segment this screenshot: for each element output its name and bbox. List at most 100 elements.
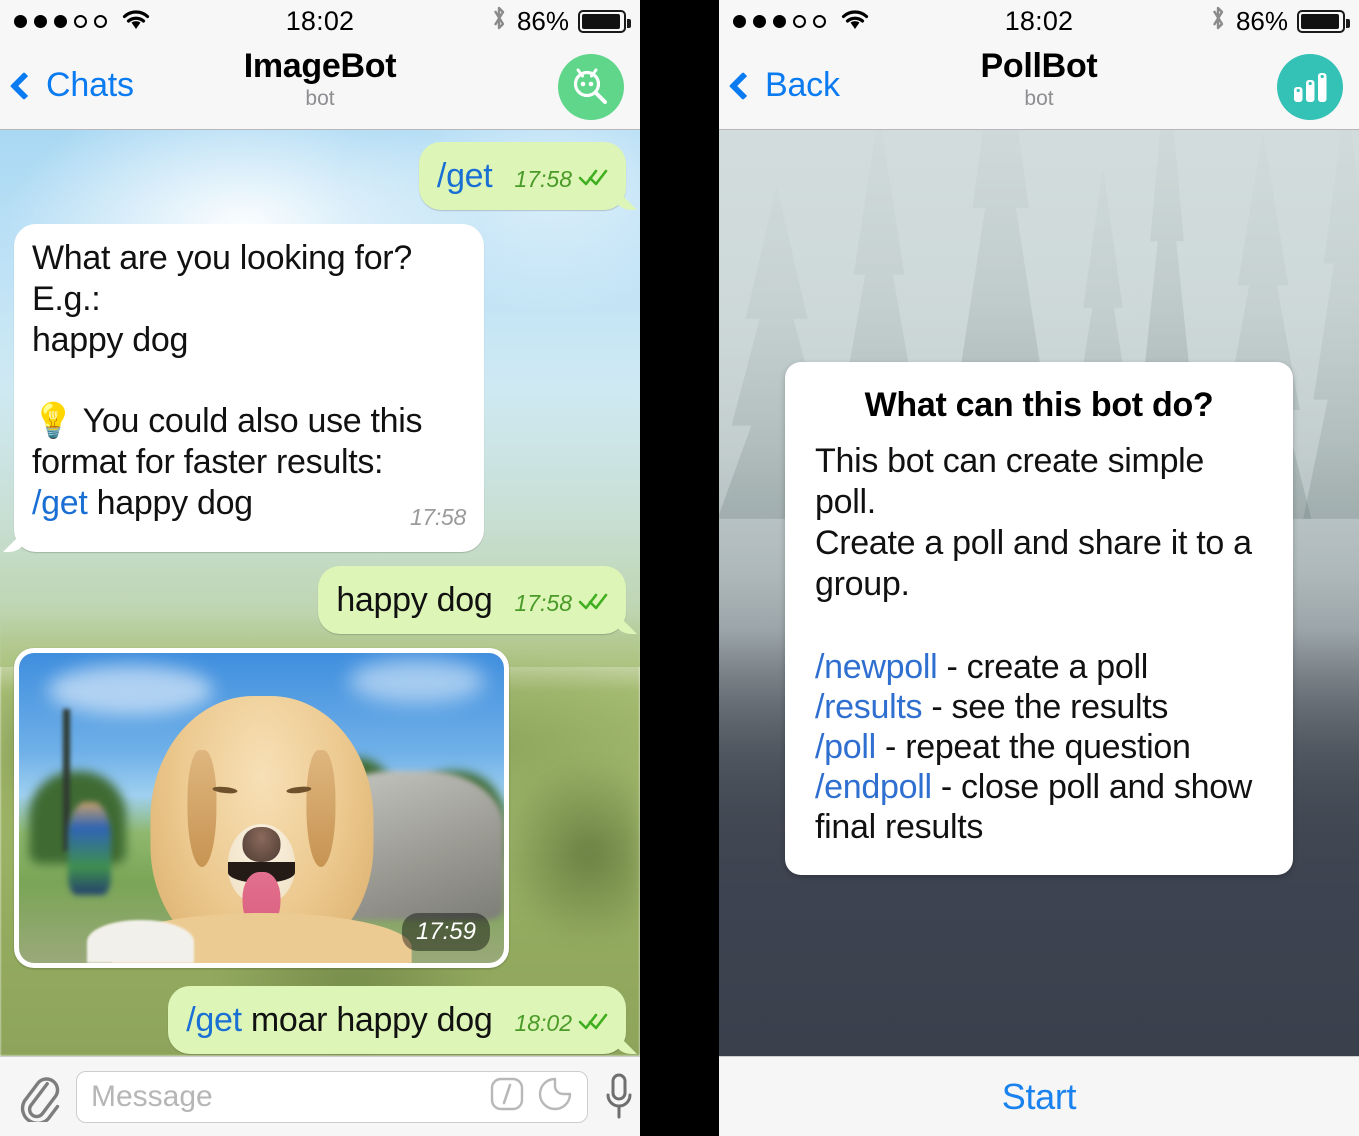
message-time: 17:58 <box>514 166 572 192</box>
status-bar-right-right: 86% <box>1209 4 1350 39</box>
bot-command-row: /newpoll - create a poll <box>815 647 1263 687</box>
message-text-block: What are you looking for? E.g.: happy do… <box>32 238 466 530</box>
desc-line-1: This bot can create simple poll. <box>815 442 1205 521</box>
wifi-icon <box>121 6 151 37</box>
bot-intro-screen: What can this bot do? This bot can creat… <box>719 130 1359 1056</box>
status-bar-right: 18:02 86% <box>719 0 1359 42</box>
signal-dot-empty <box>74 14 87 28</box>
command-results[interactable]: /results <box>815 688 922 726</box>
start-button-label: Start <box>1001 1075 1077 1117</box>
message-input-bar <box>0 1056 640 1136</box>
bluetooth-icon <box>490 4 508 39</box>
bot-card-description: This bot can create simple poll. Create … <box>815 441 1263 605</box>
bot-command-row: /endpoll - close poll and show <box>815 767 1263 807</box>
prompt-command-arg: happy dog <box>96 484 253 522</box>
photo-timestamp: 17:59 <box>401 913 490 951</box>
battery-icon <box>578 9 631 33</box>
command-endpoll[interactable]: /endpoll <box>815 768 932 806</box>
message-meta: 17:58 <box>514 590 608 617</box>
message-input-field[interactable] <box>76 1070 588 1123</box>
message-row-incoming: What are you looking for? E.g.: happy do… <box>14 224 626 552</box>
back-button-chats[interactable]: Chats <box>9 66 134 105</box>
message-text: happy dog <box>336 581 493 619</box>
paperclip-icon[interactable] <box>16 1070 62 1124</box>
bot-command-row: /results - see the results <box>815 687 1263 727</box>
chevron-left-icon <box>728 71 758 100</box>
message-command[interactable]: /get <box>437 156 493 196</box>
dual-phone-screenshot: 18:02 86% Chats ImageBot bot /get 17:58 … <box>0 0 1359 1136</box>
imagebot-avatar-icon[interactable] <box>558 54 624 120</box>
command-endpoll-desc: - close poll and show <box>931 768 1253 806</box>
prompt-line-5: /get happy dog 17:58 <box>32 483 466 530</box>
battery-percent: 86% <box>1235 5 1288 36</box>
message-time: 17:58 <box>514 590 572 616</box>
message-text: moar happy dog <box>250 1001 493 1039</box>
message-row-outgoing: happy dog 17:58 <box>14 566 626 634</box>
prompt-tip-line: 💡 You could also use this <box>32 401 466 442</box>
signal-dot-empty <box>813 14 826 28</box>
message-bubble-get[interactable]: /get 17:58 <box>418 142 626 210</box>
signal-dot-filled <box>753 14 766 28</box>
chevron-left-icon <box>9 71 39 100</box>
status-bar-right-left: 86% <box>490 4 631 39</box>
double-check-icon <box>578 590 608 617</box>
signal-dot-empty <box>94 14 107 28</box>
command-poll-desc: - repeat the question <box>875 728 1191 766</box>
sticker-icon[interactable] <box>537 1076 573 1117</box>
message-bubble-bot-prompt[interactable]: What are you looking for? E.g.: happy do… <box>14 224 484 552</box>
light-bulb-icon: 💡 <box>32 402 75 440</box>
message-row-outgoing: /get 17:58 <box>14 142 626 210</box>
message-bubble-get-moar[interactable]: /get moar happy dog 18:02 <box>168 986 626 1054</box>
signal-dot-filled <box>733 14 746 28</box>
messages-container: /get 17:58 What are you looking for? E.g… <box>0 130 640 1056</box>
prompt-line-1: What are you looking for? E.g.: <box>32 239 412 318</box>
phone-separator <box>640 0 719 1136</box>
back-button-label: Chats <box>46 66 134 104</box>
signal-dot-empty <box>793 14 806 28</box>
pollbot-avatar-icon[interactable] <box>1277 54 1343 120</box>
message-meta: 17:58 <box>514 166 608 193</box>
photo-image-happy-dog[interactable]: 17:59 <box>19 653 504 963</box>
message-bubble-happy-dog[interactable]: happy dog 17:58 <box>318 566 626 634</box>
message-text-wrap: /get moar happy dog <box>186 1000 493 1040</box>
left-phone-imagebot: 18:02 86% Chats ImageBot bot /get 17:58 … <box>0 0 640 1136</box>
right-phone-pollbot: 18:02 86% Back PollBot bot What can this… <box>719 0 1359 1136</box>
battery-icon <box>1297 9 1350 33</box>
bot-command-tail: final results <box>815 808 984 846</box>
signal-dot-filled <box>14 14 27 28</box>
double-check-icon <box>578 166 608 193</box>
chat-message-list[interactable]: /get 17:58 What are you looking for? E.g… <box>0 130 640 1056</box>
double-check-icon <box>578 1010 608 1037</box>
back-button-back[interactable]: Back <box>728 66 840 105</box>
bluetooth-icon <box>1209 4 1227 39</box>
prompt-line-3: You could also use this <box>82 402 423 440</box>
signal-dot-filled <box>54 14 67 28</box>
nav-bar-left: Chats ImageBot bot <box>0 42 640 130</box>
bot-command-list: /newpoll - create a poll /results - see … <box>815 647 1263 847</box>
signal-dot-filled <box>34 14 47 28</box>
message-time: 18:02 <box>514 1010 572 1036</box>
bot-command-row: /poll - repeat the question <box>815 727 1263 767</box>
message-meta: 18:02 <box>514 1010 608 1037</box>
prompt-line-4: format for faster results: <box>32 443 384 481</box>
signal-strength-left <box>14 6 151 37</box>
signal-dot-filled <box>773 14 786 28</box>
microphone-icon[interactable] <box>602 1069 636 1125</box>
desc-line-2: Create a poll and share it to a <box>815 524 1252 562</box>
signal-strength-right <box>733 6 870 37</box>
command-newpoll[interactable]: /newpoll <box>815 648 938 686</box>
prompt-line-2: happy dog <box>32 321 189 359</box>
command-poll[interactable]: /poll <box>815 728 876 766</box>
wifi-icon <box>840 6 870 37</box>
search-input[interactable] <box>91 1079 477 1114</box>
start-button[interactable]: Start <box>719 1056 1359 1136</box>
command-newpoll-desc: - create a poll <box>937 648 1149 686</box>
photo-message-dog[interactable]: 17:59 <box>14 648 509 968</box>
slash-command-icon[interactable] <box>489 1076 525 1117</box>
prompt-command[interactable]: /get <box>32 484 88 522</box>
nav-bar-right: Back PollBot bot <box>719 42 1359 130</box>
message-command[interactable]: /get <box>186 1001 242 1039</box>
message-time: 17:58 <box>409 504 466 530</box>
bot-info-card: What can this bot do? This bot can creat… <box>785 362 1293 875</box>
battery-percent: 86% <box>516 5 569 36</box>
